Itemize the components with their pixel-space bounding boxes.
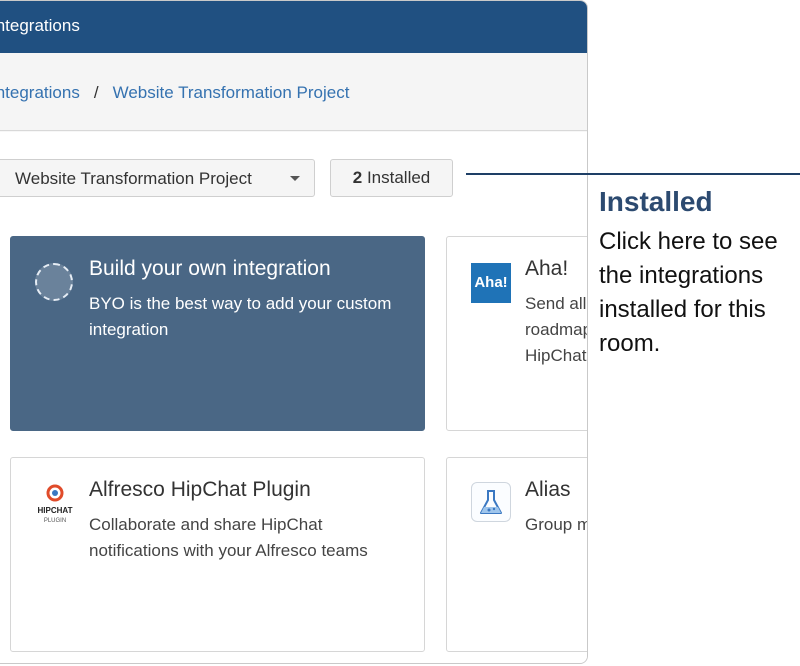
alfresco-icon-subtext: PLUGIN bbox=[44, 518, 66, 524]
alfresco-icon: HIPCHAT PLUGIN bbox=[33, 482, 77, 528]
installed-count: 2 bbox=[352, 168, 363, 187]
breadcrumb-integrations-link[interactable]: Integrations bbox=[0, 83, 80, 102]
callout-line bbox=[466, 173, 800, 175]
callout-body: Click here to see the integrations insta… bbox=[599, 228, 778, 357]
breadcrumb-row: Integrations / Website Transformation Proj… bbox=[0, 83, 349, 103]
card-build-your-own[interactable]: Build your own integration BYO is the be… bbox=[10, 236, 425, 431]
byo-icon bbox=[35, 263, 73, 301]
card-aha[interactable]: Aha! Aha! Send all roadmap HipChat bbox=[446, 236, 588, 431]
card-title: Build your own integration bbox=[89, 257, 331, 280]
room-select-value: Website Transformation Project bbox=[15, 169, 252, 188]
alias-flask-icon bbox=[471, 482, 511, 522]
room-select[interactable]: Website Transformation Project bbox=[0, 159, 315, 197]
header-bar: Integrations bbox=[0, 1, 587, 53]
card-title: Aha! bbox=[525, 257, 569, 280]
card-alfresco[interactable]: HIPCHAT PLUGIN Alfresco HipChat Plugin C… bbox=[10, 457, 425, 652]
caret-down-icon bbox=[290, 176, 300, 181]
card-description: Group m bbox=[525, 515, 588, 534]
installed-button[interactable]: 2 Installed bbox=[330, 159, 453, 197]
breadcrumb-project-link[interactable]: Website Transformation Project bbox=[113, 83, 350, 102]
integrations-panel: Integrations Integrations / Website Transf… bbox=[0, 0, 588, 664]
breadcrumb: Integrations / Website Transformation Proj… bbox=[0, 53, 587, 131]
card-title: Alfresco HipChat Plugin bbox=[89, 478, 311, 501]
aha-icon: Aha! bbox=[471, 263, 511, 303]
card-description: Collaborate and share HipChat notificati… bbox=[89, 515, 368, 560]
card-title: Alias bbox=[525, 478, 571, 501]
header-title: Integrations bbox=[0, 16, 80, 35]
alfresco-icon-text: HIPCHAT bbox=[38, 506, 73, 515]
card-description: Send all roadmap HipChat bbox=[525, 294, 588, 365]
card-description: BYO is the best way to add your custom i… bbox=[89, 294, 392, 339]
installed-label: Installed bbox=[366, 168, 431, 187]
callout-title: Installed bbox=[599, 186, 713, 217]
card-alias[interactable]: Alias Group m bbox=[446, 457, 588, 652]
main-content: Website Transformation Project 2 Install… bbox=[0, 132, 588, 663]
breadcrumb-separator: / bbox=[93, 83, 99, 102]
